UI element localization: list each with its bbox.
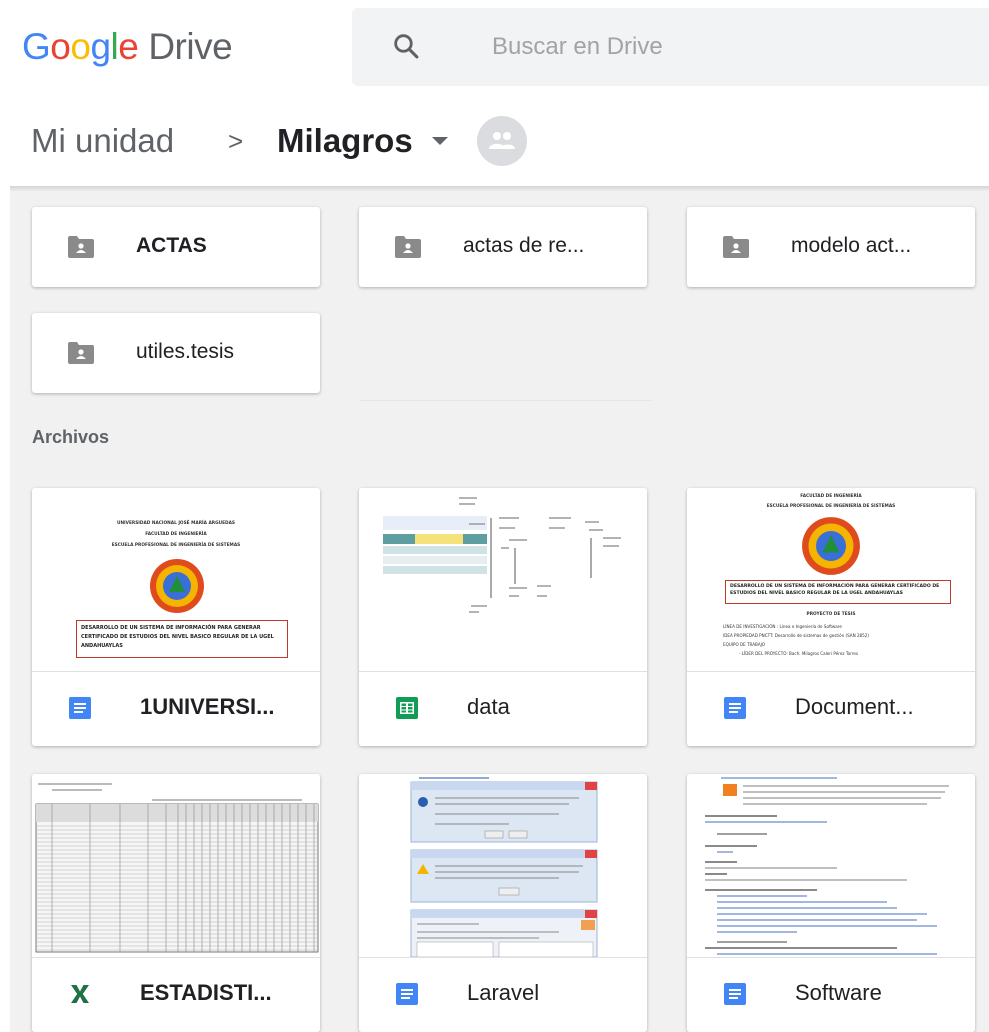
file-footer: 1UNIVERSI...: [32, 671, 320, 746]
university-seal-icon: [802, 517, 860, 575]
file-card[interactable]: FACULTAD DE INGENIERÍA ESCUELA PROFESION…: [687, 488, 975, 746]
file-thumbnail: FACULTAD DE INGENIERÍA ESCUELA PROFESION…: [687, 488, 975, 671]
shared-folder-icon: [395, 236, 421, 258]
file-thumbnail: UNIVERSIDAD NACIONAL JOSÉ MARÍA ARGUEDAS…: [32, 488, 320, 671]
file-name: 1UNIVERSI...: [140, 694, 275, 719]
file-card[interactable]: data: [359, 488, 647, 746]
folder-card[interactable]: utiles.tesis: [32, 313, 320, 393]
breadcrumb-current-folder[interactable]: Milagros: [277, 122, 413, 160]
thumbnail-text: DESARROLLO DE UN SISTEMA DE INFORMACIÓN …: [730, 584, 940, 596]
top-bar: Google Drive: [0, 0, 989, 100]
thumbnail-text: DESARROLLO DE UN SISTEMA DE INFORMACIÓN …: [81, 625, 274, 649]
search-box[interactable]: [352, 8, 989, 86]
thumbnail-text: FACULTAD DE INGENIERÍA: [145, 532, 207, 537]
spreadsheet-preview: [383, 497, 621, 613]
thumbnail-text: ESCUELA PROFESIONAL DE INGENIERÍA DE SIS…: [766, 504, 896, 509]
folder-name: utiles.tesis: [136, 340, 235, 363]
thumbnail-text: IDEA PROPIEDAD PNCTT: Desarrollo de sist…: [723, 633, 869, 638]
thumbnail-text: PROYECTO DE TESIS: [806, 612, 856, 617]
google-docs-icon: [396, 983, 418, 1005]
breadcrumb-root[interactable]: Mi unidad: [31, 122, 174, 160]
file-card[interactable]: Software: [687, 774, 975, 1032]
university-seal-icon: [150, 559, 204, 613]
shared-folder-icon[interactable]: [477, 116, 527, 166]
excel-preview: [35, 783, 319, 953]
logo-drive-text: Drive: [148, 26, 233, 67]
file-name: Laravel: [467, 980, 540, 1005]
file-card[interactable]: UNIVERSIDAD NACIONAL JOSÉ MARÍA ARGUEDAS…: [32, 488, 320, 746]
logo-google-text: Google: [22, 26, 139, 67]
file-thumbnail: [359, 774, 647, 957]
files-section-label: Archivos: [32, 427, 110, 447]
thumbnail-text: FACULTAD DE INGENIERÍA: [800, 494, 862, 499]
shared-folder-icon: [68, 236, 94, 258]
thumbnail-text: EQUIPO DE TRABAJO: [723, 642, 766, 647]
file-name: data: [467, 694, 510, 719]
thumbnail-text: UNIVERSIDAD NACIONAL JOSÉ MARÍA ARGUEDAS: [116, 521, 236, 526]
file-footer: data: [359, 671, 647, 746]
google-sheets-icon: [396, 697, 418, 719]
folder-name: ACTAS: [136, 234, 207, 257]
thumbnail-title-box: DESARROLLO DE UN SISTEMA DE INFORMACIÓN …: [76, 620, 288, 658]
breadcrumb: Mi unidad > Milagros: [0, 100, 989, 186]
folder-card[interactable]: ACTAS: [32, 207, 320, 287]
file-grid: ACTAS actas de re... modelo act... utile…: [10, 191, 989, 1032]
file-card[interactable]: ESTADISTI...: [32, 774, 320, 1032]
thumbnail-text: LÍNEA DE INVESTIGACIÓN : Línea e Ingenie…: [723, 624, 842, 629]
search-icon[interactable]: [390, 30, 424, 64]
thumbnail-title-box: DESARROLLO DE UN SISTEMA DE INFORMACIÓN …: [725, 580, 951, 604]
file-thumbnail: [359, 488, 647, 671]
file-name: Software: [795, 980, 882, 1005]
file-thumbnail: [687, 774, 975, 957]
file-footer: ESTADISTI...: [32, 957, 320, 1032]
people-icon: [489, 132, 515, 149]
google-docs-icon: [724, 983, 746, 1005]
screenshot-preview: [410, 777, 598, 957]
shared-folder-icon: [723, 236, 749, 258]
folder-name: modelo act...: [791, 234, 912, 257]
excel-icon: [71, 985, 89, 1003]
file-footer: Laravel: [359, 957, 647, 1032]
file-footer: Software: [687, 957, 975, 1032]
thumbnail-text: ESCUELA PROFESIONAL DE INGENIERÍA DE SIS…: [111, 543, 241, 548]
folder-card[interactable]: actas de re...: [359, 207, 647, 287]
thumbnail-text: - LÍDER DEL PROYECTO: Bach. Milagros Cal…: [739, 651, 858, 656]
google-docs-icon: [69, 697, 91, 719]
google-docs-icon: [724, 697, 746, 719]
file-name: ESTADISTI...: [140, 980, 272, 1005]
divider: [360, 400, 652, 401]
file-name: Document...: [795, 694, 914, 719]
search-input[interactable]: [492, 30, 912, 64]
google-drive-logo[interactable]: Google Drive: [22, 26, 233, 68]
shared-folder-icon: [68, 342, 94, 364]
breadcrumb-separator: >: [228, 126, 244, 156]
file-thumbnail: [32, 774, 320, 957]
folder-card[interactable]: modelo act...: [687, 207, 975, 287]
file-card[interactable]: Laravel: [359, 774, 647, 1032]
chevron-down-icon[interactable]: [432, 137, 448, 145]
document-preview: [705, 777, 949, 955]
folder-name: actas de re...: [463, 234, 585, 257]
file-footer: Document...: [687, 671, 975, 746]
